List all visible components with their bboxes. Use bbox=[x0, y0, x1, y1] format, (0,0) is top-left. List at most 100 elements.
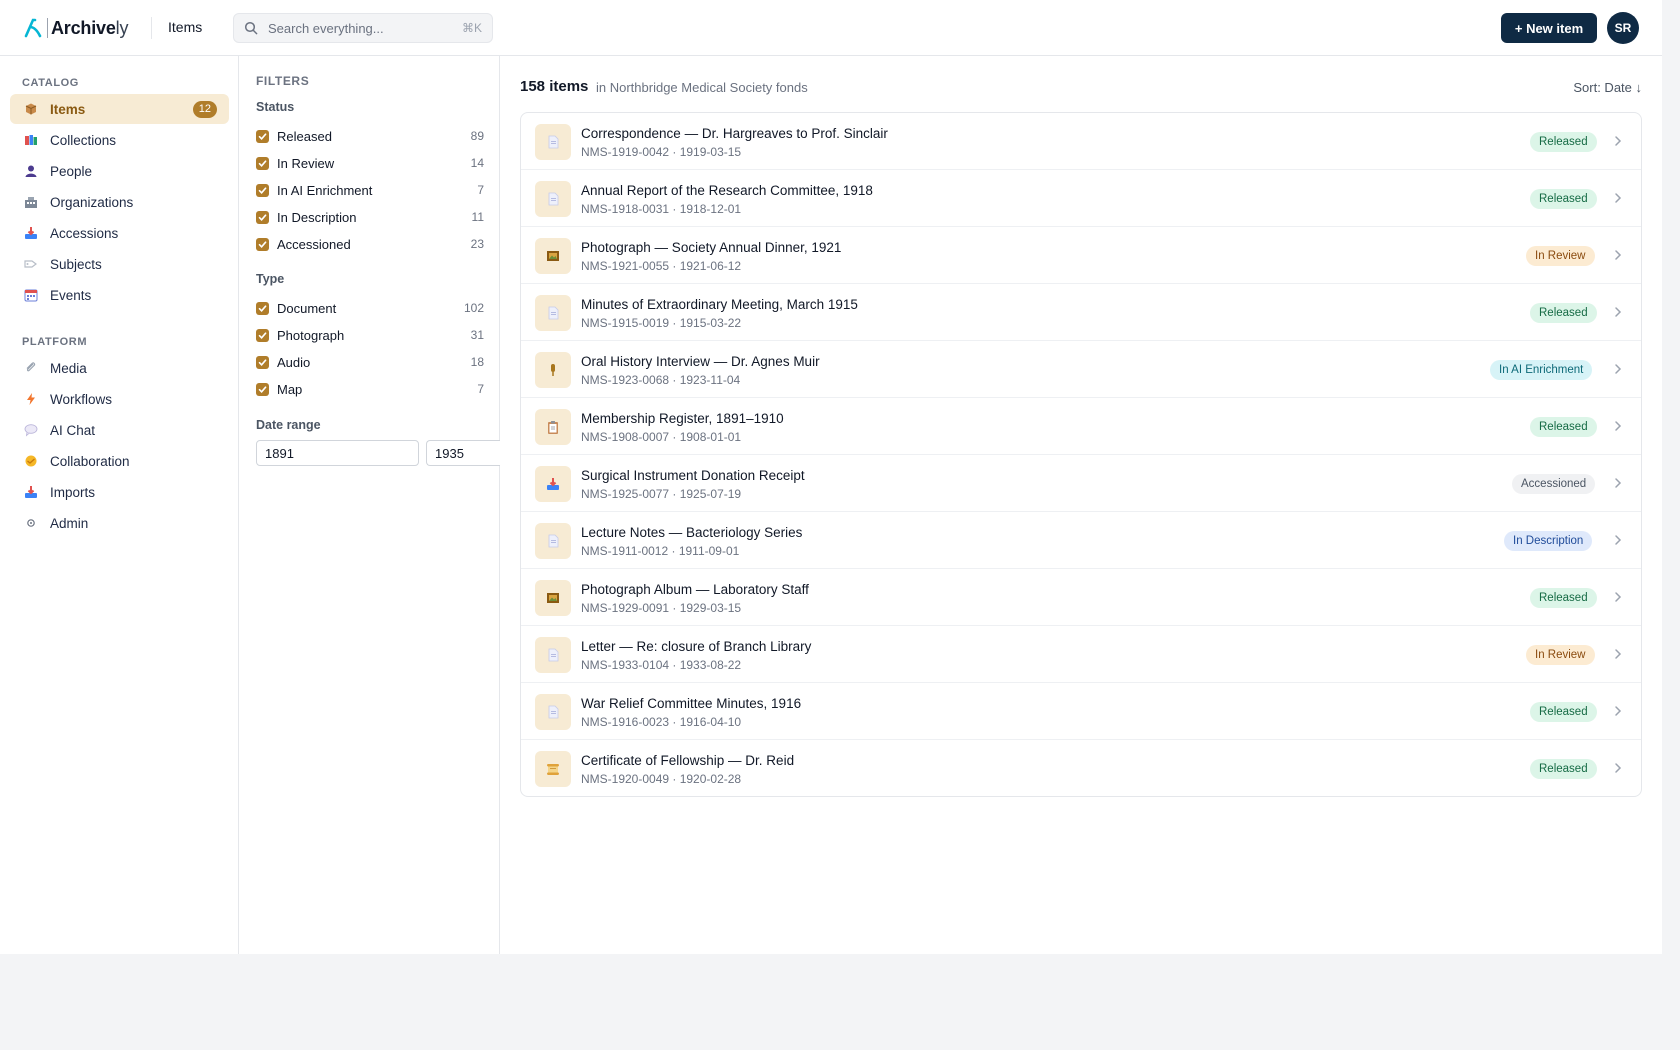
sidebar-item-label: AI Chat bbox=[50, 422, 96, 438]
item-meta: NMS-1920-0049 · 1920-02-28 bbox=[581, 772, 742, 786]
item-meta: NMS-1923-0068 · 1923-11-04 bbox=[581, 373, 741, 387]
chevron-right-icon bbox=[1613, 646, 1623, 662]
sidebar-item-organizations[interactable]: Organizations bbox=[10, 187, 229, 217]
chevron-right-icon bbox=[1613, 475, 1623, 491]
item-title: Correspondence — Dr. Hargreaves to Prof.… bbox=[581, 126, 888, 141]
sidebar-item-ai-chat[interactable]: AI Chat bbox=[10, 415, 229, 445]
logo-separator bbox=[47, 18, 48, 38]
table-row[interactable]: Photograph — Society Annual Dinner, 1921… bbox=[521, 227, 1641, 284]
lightning-icon bbox=[24, 392, 38, 406]
filters-title: FILTERS bbox=[256, 74, 310, 88]
table-row[interactable]: Lecture Notes — Bacteriology Series NMS-1… bbox=[521, 512, 1641, 569]
filter-type-photograph[interactable]: Photograph 31 bbox=[256, 325, 484, 345]
sort-dropdown[interactable]: Sort: Date ↓ bbox=[1560, 80, 1642, 95]
microphone-icon bbox=[535, 352, 571, 388]
filter-status-released[interactable]: Released 89 bbox=[256, 126, 484, 146]
filter-status-accessioned[interactable]: Accessioned 23 bbox=[256, 234, 484, 254]
table-row[interactable]: Letter — Re: closure of Branch Library NM… bbox=[521, 626, 1641, 683]
filter-count: 31 bbox=[470, 328, 484, 342]
filter-status-in-ai-enrichment[interactable]: In AI Enrichment 7 bbox=[256, 180, 484, 200]
document-icon bbox=[535, 295, 571, 331]
table-row[interactable]: Annual Report of the Research Committee,… bbox=[521, 170, 1641, 227]
search-input[interactable] bbox=[268, 20, 462, 36]
sidebar-item-imports[interactable]: Imports bbox=[10, 477, 229, 507]
checkbox[interactable] bbox=[256, 328, 269, 342]
table-row[interactable]: Minutes of Extraordinary Meeting, March … bbox=[521, 284, 1641, 341]
sidebar-item-events[interactable]: Events bbox=[10, 280, 229, 310]
paperclip-icon bbox=[24, 361, 38, 375]
chevron-right-icon bbox=[1613, 190, 1623, 206]
checkbox[interactable] bbox=[256, 129, 269, 143]
status-badge: Accessioned bbox=[1512, 474, 1596, 494]
framed-picture-icon bbox=[535, 238, 571, 274]
sidebar-item-items[interactable]: Items 12 bbox=[10, 94, 229, 124]
filter-status-in-description[interactable]: In Description 11 bbox=[256, 207, 484, 227]
status-badge: Released bbox=[1530, 702, 1597, 722]
filter-group-status: Status bbox=[256, 100, 295, 114]
date-to-input[interactable] bbox=[426, 440, 500, 466]
status-badge: Released bbox=[1530, 132, 1597, 152]
status-badge: Released bbox=[1530, 417, 1597, 437]
checkbox[interactable] bbox=[256, 156, 269, 170]
sidebar-item-people[interactable]: People bbox=[10, 156, 229, 186]
checkbox[interactable] bbox=[256, 382, 269, 396]
logo-mark-icon bbox=[22, 17, 44, 39]
status-badge: In AI Enrichment bbox=[1490, 360, 1593, 380]
table-row[interactable]: Correspondence — Dr. Hargreaves to Prof.… bbox=[521, 113, 1641, 170]
filter-type-map[interactable]: Map 7 bbox=[256, 379, 484, 399]
item-title: War Relief Committee Minutes, 1916 bbox=[581, 696, 802, 711]
filter-status-in-review[interactable]: In Review 14 bbox=[256, 153, 484, 173]
new-item-button[interactable]: + New item bbox=[1501, 13, 1597, 43]
item-title: Photograph — Society Annual Dinner, 1921 bbox=[581, 240, 842, 255]
item-meta: NMS-1933-0104 · 1933-08-22 bbox=[581, 658, 742, 672]
building-icon bbox=[24, 195, 38, 209]
checkbox[interactable] bbox=[256, 355, 269, 369]
sidebar: CATALOG Items 12 Collections People Organiza… bbox=[0, 56, 239, 954]
filter-label: In AI Enrichment bbox=[277, 182, 373, 198]
top-bar: Archively Items ⌘K + New item SR bbox=[0, 0, 1662, 56]
sidebar-item-label: Subjects bbox=[50, 256, 102, 272]
sidebar-item-label: Organizations bbox=[50, 194, 134, 210]
sidebar-item-workflows[interactable]: Workflows bbox=[10, 384, 229, 414]
sidebar-item-media[interactable]: Media bbox=[10, 353, 229, 383]
avatar[interactable]: SR bbox=[1607, 12, 1639, 44]
item-meta: NMS-1911-0012 · 1911-09-01 bbox=[581, 544, 740, 558]
table-row[interactable]: Photograph Album — Laboratory Staff NMS-1… bbox=[521, 569, 1641, 626]
filter-type-document[interactable]: Document 102 bbox=[256, 298, 484, 318]
date-from-input[interactable] bbox=[256, 440, 419, 466]
filter-type-audio[interactable]: Audio 18 bbox=[256, 352, 484, 372]
sidebar-item-collaboration[interactable]: Collaboration bbox=[10, 446, 229, 476]
sidebar-item-collections[interactable]: Collections bbox=[10, 125, 229, 155]
status-badge: In Review bbox=[1526, 246, 1595, 266]
sidebar-item-subjects[interactable]: Subjects bbox=[10, 249, 229, 279]
document-icon bbox=[535, 181, 571, 217]
speech-bubble-icon bbox=[24, 423, 38, 437]
sidebar-item-label: Events bbox=[50, 287, 92, 303]
checkbox[interactable] bbox=[256, 210, 269, 224]
item-meta: NMS-1915-0019 · 1915-03-22 bbox=[581, 316, 742, 330]
filter-count: 102 bbox=[463, 301, 484, 315]
sidebar-item-badge: 12 bbox=[192, 101, 217, 118]
logo[interactable]: Archively bbox=[22, 16, 128, 40]
header-divider bbox=[151, 17, 152, 39]
table-row[interactable]: Surgical Instrument Donation Receipt NMS-… bbox=[521, 455, 1641, 512]
item-title: Oral History Interview — Dr. Agnes Muir bbox=[581, 354, 820, 369]
item-meta: NMS-1908-0007 · 1908-01-01 bbox=[581, 430, 742, 444]
calendar-icon bbox=[24, 288, 38, 302]
search-icon bbox=[244, 21, 258, 35]
checkbox[interactable] bbox=[256, 301, 269, 315]
filter-label: Photograph bbox=[277, 327, 345, 343]
table-row[interactable]: War Relief Committee Minutes, 1916 NMS-19… bbox=[521, 683, 1641, 740]
filters-panel: FILTERS Status Released 89 In Review 14 In A… bbox=[240, 56, 500, 954]
handshake-icon bbox=[24, 454, 38, 468]
table-row[interactable]: Certificate of Fellowship — Dr. Reid NMS-… bbox=[521, 740, 1641, 796]
filter-count: 7 bbox=[477, 183, 484, 197]
sidebar-item-admin[interactable]: Admin bbox=[10, 508, 229, 538]
sidebar-item-accessions[interactable]: Accessions bbox=[10, 218, 229, 248]
table-row[interactable]: Oral History Interview — Dr. Agnes Muir N… bbox=[521, 341, 1641, 398]
checkbox[interactable] bbox=[256, 237, 269, 251]
search-box[interactable]: ⌘K bbox=[233, 13, 493, 43]
table-row[interactable]: Membership Register, 1891–1910 NMS-1908-0… bbox=[521, 398, 1641, 455]
filter-count: 23 bbox=[470, 237, 484, 251]
checkbox[interactable] bbox=[256, 183, 269, 197]
